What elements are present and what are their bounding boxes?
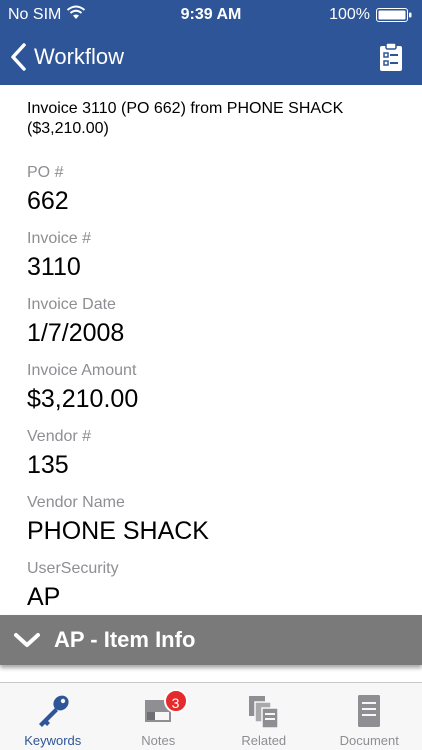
navigation-bar: Workflow <box>0 30 422 85</box>
field-invoice-number: Invoice # 3110 <box>27 229 400 285</box>
tab-label: Related <box>241 733 287 748</box>
field-invoice-amount: Invoice Amount $3,210.00 <box>27 361 400 417</box>
field-label: Invoice Amount <box>27 362 137 379</box>
status-bar: No SIM 9:39 AM 100% <box>0 0 422 30</box>
tab-document[interactable]: Document <box>317 683 422 750</box>
field-user-security: UserSecurity AP <box>27 559 400 615</box>
field-value: AP <box>27 583 61 611</box>
field-label: Vendor # <box>27 428 92 445</box>
chevron-left-icon <box>11 43 26 71</box>
back-button[interactable]: Workflow <box>8 40 124 74</box>
field-po-number: PO # 662 <box>27 163 400 219</box>
field-label: Invoice # <box>27 230 92 247</box>
tab-related[interactable]: Related <box>211 683 317 750</box>
chevron-down-icon <box>14 633 40 647</box>
tab-label: Keywords <box>24 733 82 748</box>
field-value: 3110 <box>27 253 81 281</box>
field-invoice-date: Invoice Date 1/7/2008 <box>27 295 400 351</box>
field-label: PO # <box>27 164 64 181</box>
notes-count-badge: 3 <box>163 689 188 713</box>
section-header-label: AP - Item Info <box>54 627 196 652</box>
keyword-list[interactable]: Invoice 3110 (PO 662) from PHONE SHACK (… <box>0 85 422 615</box>
section-header-ap-item-info[interactable]: AP - Item Info <box>0 615 422 665</box>
tab-notes[interactable]: 3 Notes <box>106 683 212 750</box>
tab-label: Document <box>339 733 399 748</box>
field-value: PHONE SHACK <box>27 517 209 545</box>
field-value: 662 <box>27 187 69 215</box>
tab-label: Notes <box>141 733 176 748</box>
tab-bar: Keywords 3 Notes Related Document <box>0 682 422 750</box>
tab-keywords[interactable]: Keywords <box>0 683 106 750</box>
field-label: Vendor Name <box>27 494 125 511</box>
field-value: 1/7/2008 <box>27 319 125 347</box>
battery-percentage: 100% <box>329 6 370 23</box>
related-documents-icon <box>244 691 284 731</box>
field-label: Invoice Date <box>27 296 116 313</box>
document-title: Invoice 3110 (PO 662) from PHONE SHACK (… <box>27 100 344 137</box>
back-button-label: Workflow <box>34 44 125 69</box>
field-value: $3,210.00 <box>27 385 139 413</box>
field-vendor-number: Vendor # 135 <box>27 427 400 483</box>
key-icon <box>33 691 73 731</box>
field-label: UserSecurity <box>27 560 119 577</box>
field-vendor-name: Vendor Name PHONE SHACK <box>27 493 400 549</box>
field-value: 135 <box>27 451 69 479</box>
clipboard-icon[interactable] <box>378 42 404 72</box>
battery-icon <box>376 8 412 22</box>
document-icon <box>349 691 389 731</box>
